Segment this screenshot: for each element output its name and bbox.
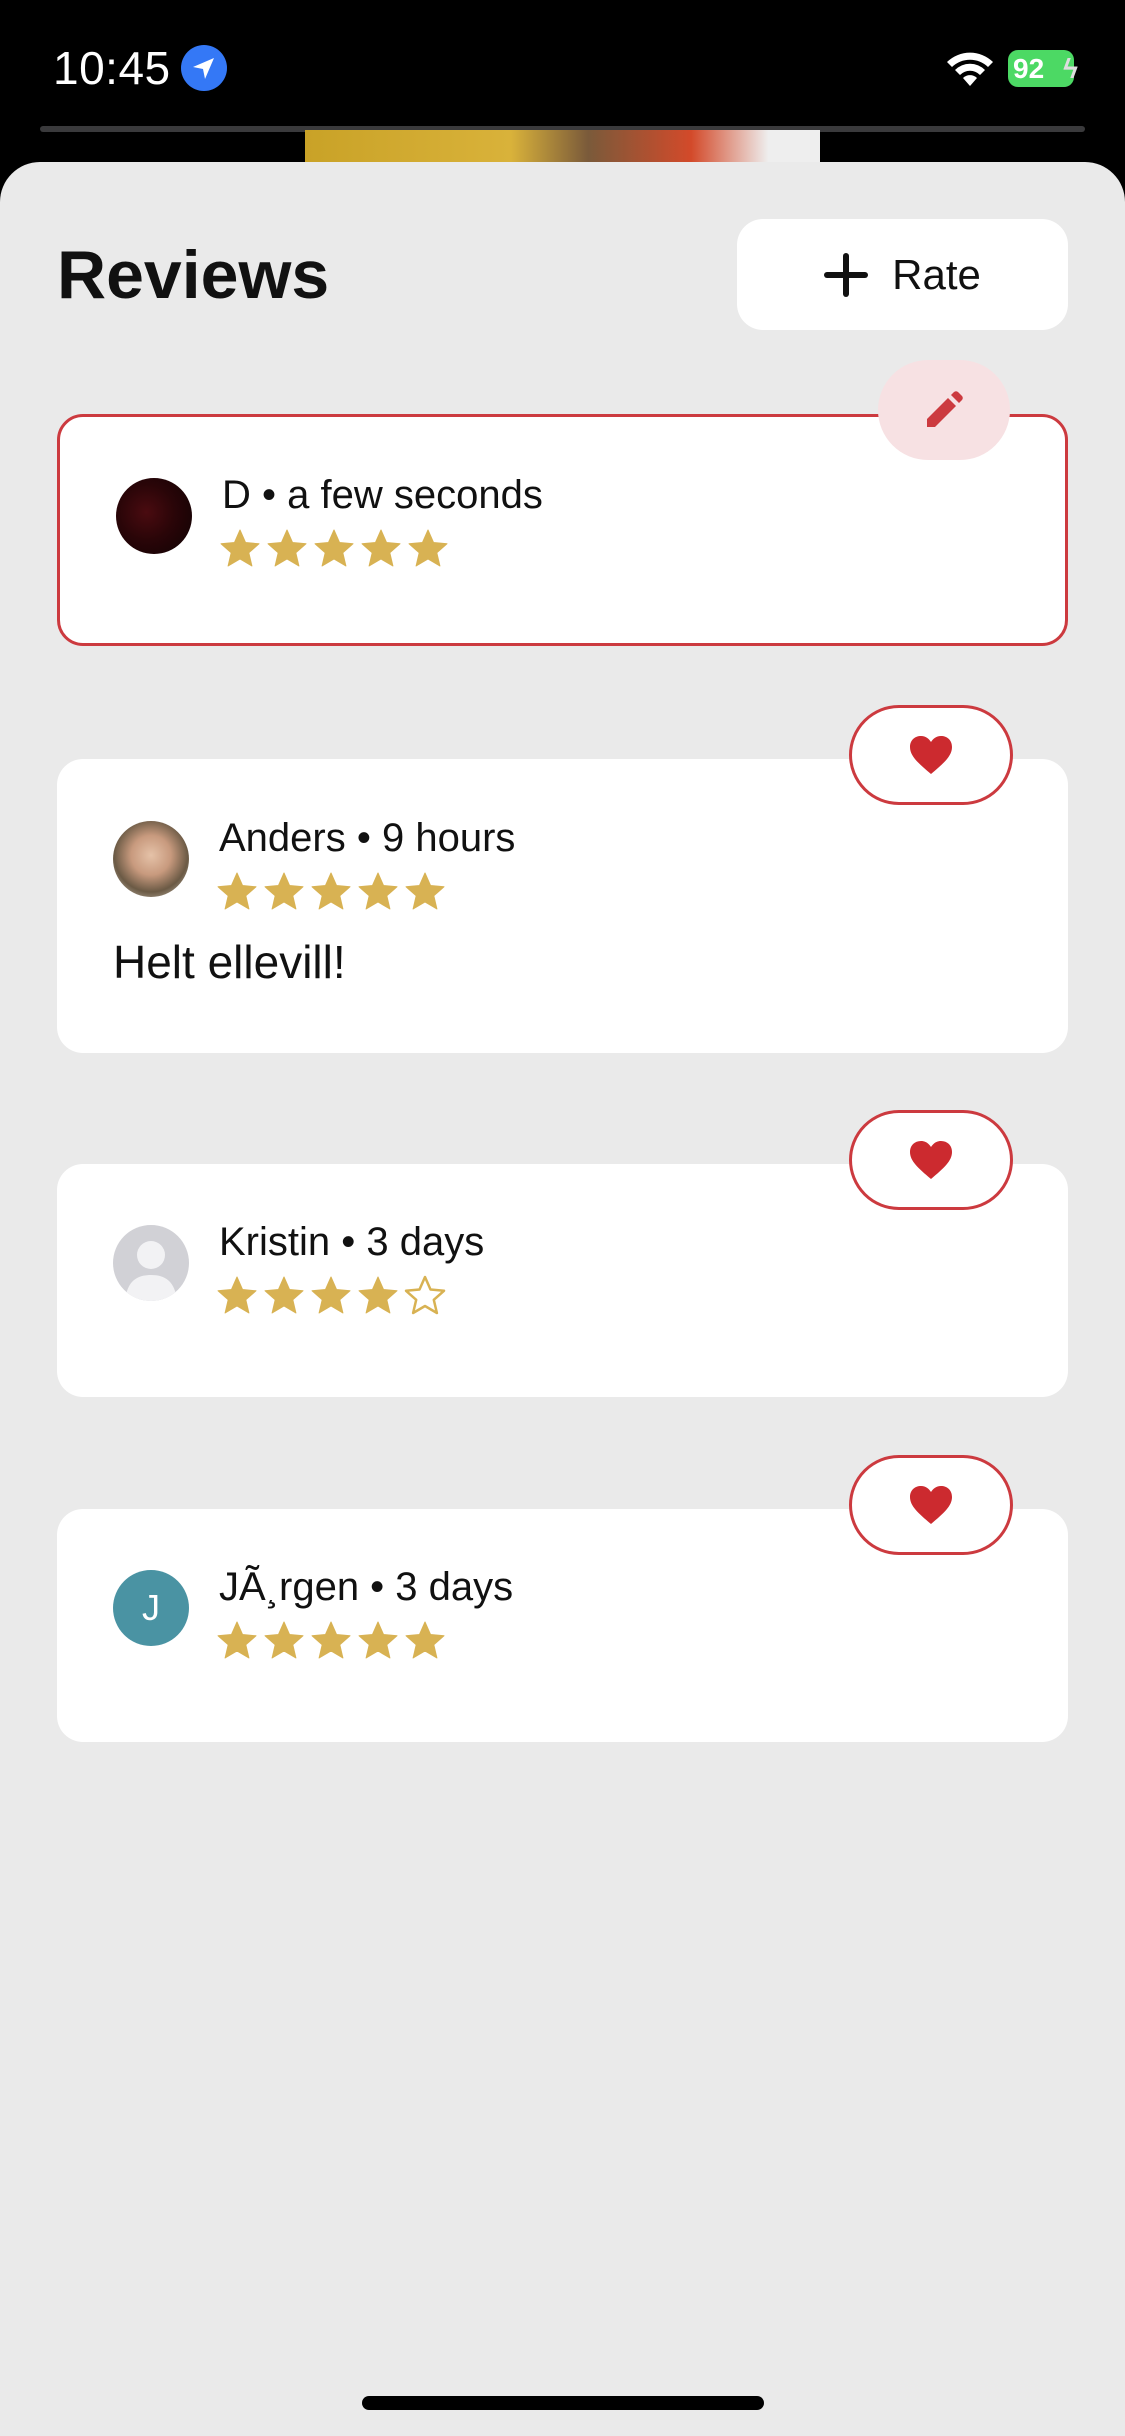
like-button[interactable] <box>849 1110 1013 1210</box>
location-arrow-icon <box>181 45 227 91</box>
rate-button[interactable]: Rate <box>737 219 1068 330</box>
background-photo <box>305 130 820 166</box>
star-filled-icon <box>361 529 401 567</box>
star-filled-icon <box>264 872 304 910</box>
home-indicator <box>362 2396 764 2410</box>
plus-icon <box>824 252 869 297</box>
page-title: Reviews <box>57 237 330 313</box>
star-filled-icon <box>358 1276 398 1314</box>
star-filled-icon <box>358 1621 398 1659</box>
avatar: J <box>113 1570 189 1646</box>
star-filled-icon <box>264 1621 304 1659</box>
rate-button-label: Rate <box>892 250 981 298</box>
heart-icon <box>910 1486 952 1524</box>
review-meta: Kristin • 3 days <box>219 1220 485 1264</box>
star-rating <box>218 527 450 571</box>
star-filled-icon <box>311 1621 351 1659</box>
review-comment: Helt ellevill! <box>113 936 346 988</box>
star-filled-icon <box>405 872 445 910</box>
wifi-icon <box>947 52 993 86</box>
avatar-initial: J <box>142 1587 160 1628</box>
status-bar: 10:45 92 ϟ <box>0 0 1125 130</box>
avatar <box>113 821 189 897</box>
bolt-icon: ϟ <box>1063 53 1078 84</box>
heart-icon <box>910 736 952 774</box>
avatar <box>113 1225 189 1301</box>
battery-charging-icon: 92 ϟ <box>1008 50 1078 87</box>
review-meta: Anders • 9 hours <box>219 816 516 860</box>
star-filled-icon <box>358 872 398 910</box>
battery-level: 92 <box>1013 53 1045 84</box>
heart-icon <box>910 1141 952 1179</box>
star-rating <box>215 1274 447 1318</box>
star-filled-icon <box>217 872 257 910</box>
star-filled-icon <box>405 1621 445 1659</box>
like-button[interactable] <box>849 1455 1013 1555</box>
edit-review-button[interactable] <box>878 360 1010 460</box>
person-placeholder-icon <box>125 1241 177 1301</box>
star-filled-icon <box>408 529 448 567</box>
star-filled-icon <box>264 1276 304 1314</box>
pencil-icon <box>927 391 963 427</box>
status-time: 10:45 <box>53 42 171 94</box>
star-rating <box>215 870 447 914</box>
star-filled-icon <box>311 1276 351 1314</box>
star-filled-icon <box>217 1621 257 1659</box>
star-filled-icon <box>220 529 260 567</box>
review-meta: D • a few seconds <box>222 473 543 517</box>
star-filled-icon <box>314 529 354 567</box>
avatar <box>116 478 192 554</box>
star-filled-icon <box>267 529 307 567</box>
star-filled-icon <box>217 1276 257 1314</box>
review-meta: JÃ¸rgen • 3 days <box>219 1565 514 1609</box>
star-rating <box>215 1619 447 1663</box>
star-filled-icon <box>311 872 351 910</box>
star-empty-icon <box>404 1275 446 1315</box>
like-button[interactable] <box>849 705 1013 805</box>
